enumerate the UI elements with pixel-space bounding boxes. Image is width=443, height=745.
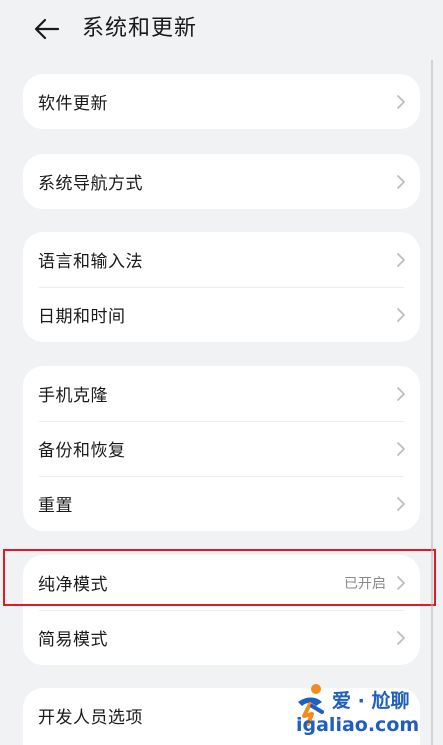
- row-label: 语言和输入法: [38, 252, 143, 272]
- row-label: 日期和时间: [38, 307, 126, 327]
- page-title: 系统和更新: [82, 16, 198, 41]
- chevron-right-icon: [397, 307, 405, 322]
- chevron-right-icon: [397, 252, 405, 267]
- row-phone-clone[interactable]: 手机克隆: [23, 366, 420, 421]
- row-system-navigation[interactable]: 系统导航方式: [23, 154, 420, 209]
- arrow-left-icon: [34, 18, 60, 40]
- chevron-right-icon: [397, 94, 405, 109]
- watermark-url: igaliao.com: [296, 714, 420, 736]
- row-simple-mode[interactable]: 简易模式: [23, 610, 420, 665]
- row-label: 备份和恢复: [38, 441, 126, 461]
- highlight-annotation: [3, 549, 436, 606]
- row-label: 简易模式: [38, 630, 108, 650]
- chevron-right-icon: [397, 386, 405, 401]
- chevron-right-icon: [397, 441, 405, 456]
- card-software-update: 软件更新: [23, 74, 420, 129]
- watermark-title: 爱 · 尬聊: [332, 690, 410, 712]
- row-label: 软件更新: [38, 94, 108, 114]
- row-label: 手机克隆: [38, 386, 108, 406]
- card-clone-backup-reset: 手机克隆 备份和恢复 重置: [23, 366, 420, 531]
- card-language-date: 语言和输入法 日期和时间: [23, 232, 420, 342]
- row-label: 系统导航方式: [38, 174, 143, 194]
- row-reset[interactable]: 重置: [23, 476, 420, 531]
- chevron-right-icon: [397, 174, 405, 189]
- row-label: 开发人员选项: [38, 708, 143, 728]
- watermark: 爱 · 尬聊 igaliao.com: [290, 680, 440, 742]
- row-backup-restore[interactable]: 备份和恢复: [23, 421, 420, 476]
- row-date-time[interactable]: 日期和时间: [23, 287, 420, 342]
- row-language-input[interactable]: 语言和输入法: [23, 232, 420, 287]
- settings-page: 系统和更新 软件更新 系统导航方式 语言和输入法 日期和时间 手机克隆 备份和恢…: [0, 0, 443, 745]
- header: 系统和更新: [0, 0, 443, 60]
- chevron-right-icon: [397, 496, 405, 511]
- chevron-right-icon: [397, 630, 405, 645]
- back-button[interactable]: [30, 12, 64, 46]
- row-label: 重置: [38, 496, 73, 516]
- scrollbar[interactable]: [431, 60, 433, 745]
- card-system-navigation: 系统导航方式: [23, 154, 420, 209]
- row-software-update[interactable]: 软件更新: [23, 74, 420, 129]
